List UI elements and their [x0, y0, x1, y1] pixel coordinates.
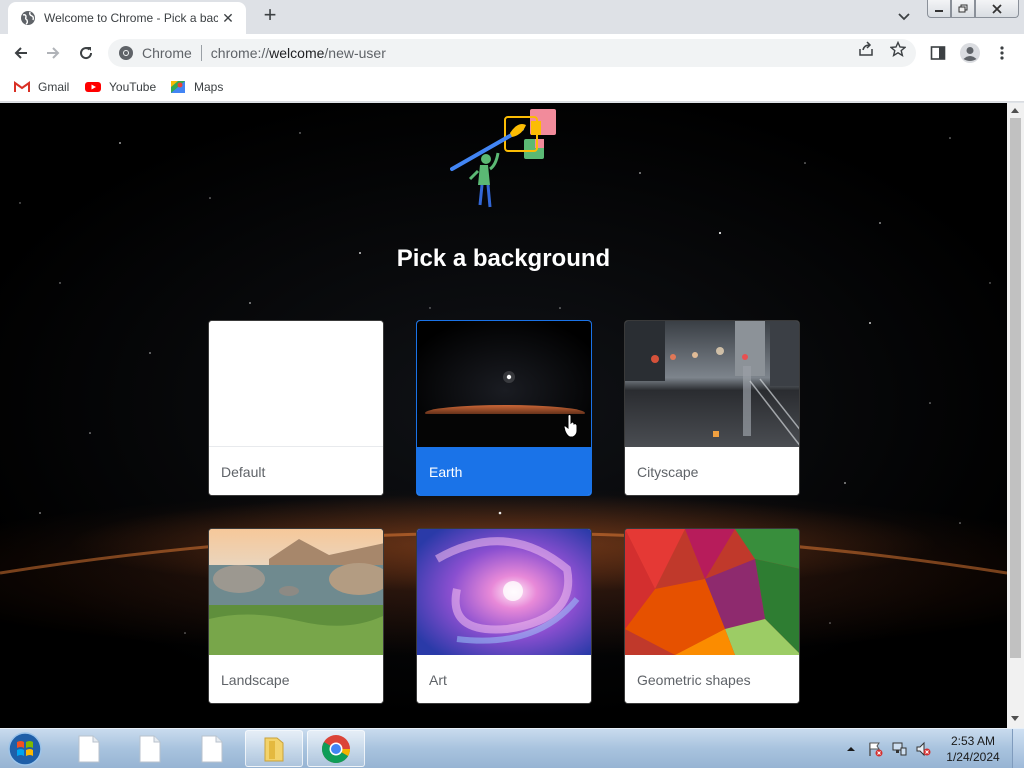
cityscape-thumbnail [625, 321, 799, 447]
background-label: Landscape [209, 655, 383, 703]
tab-close-icon[interactable]: ✕ [220, 10, 236, 27]
background-card-default[interactable]: Default [208, 320, 384, 496]
hand-cursor-icon [563, 414, 578, 438]
share-button[interactable] [855, 40, 877, 58]
new-tab-button[interactable]: + [258, 4, 282, 28]
background-label: Default [209, 447, 383, 495]
bookmark-label: Gmail [38, 80, 70, 94]
vertical-scrollbar[interactable] [1007, 103, 1024, 728]
bookmark-label: YouTube [109, 80, 157, 94]
side-panel-button[interactable] [926, 41, 950, 65]
more-vert-icon [1000, 46, 1004, 60]
bookmarks-bar: Gmail YouTube Maps [0, 72, 1024, 102]
show-hidden-icons-icon[interactable] [845, 743, 857, 755]
document-icon [78, 735, 100, 762]
restore-icon [958, 4, 968, 12]
scroll-down-icon[interactable] [1011, 716, 1019, 721]
background-label: Cityscape [625, 447, 799, 495]
scroll-up-icon[interactable] [1011, 108, 1019, 113]
profile-button[interactable] [958, 41, 982, 65]
background-label: Geometric shapes [625, 655, 799, 703]
close-window-button[interactable] [975, 0, 1019, 18]
volume-muted-icon[interactable] [915, 741, 931, 757]
bookmark-maps[interactable]: Maps [170, 76, 223, 98]
restore-button[interactable] [951, 0, 975, 18]
background-card-cityscape[interactable]: Cityscape [624, 320, 800, 496]
avatar-icon [960, 43, 980, 63]
chrome-logo-icon [119, 46, 133, 60]
taskbar-chrome[interactable] [307, 730, 365, 767]
clock-time: 2:53 AM [950, 734, 996, 748]
welcome-illustration [450, 109, 556, 208]
tab-search-icon[interactable] [894, 8, 914, 26]
tab-welcome[interactable]: Welcome to Chrome - Pick a bac ✕ [8, 2, 246, 34]
document-icon [139, 735, 161, 762]
side-panel-icon [930, 46, 946, 60]
chrome-icon [322, 734, 350, 763]
scrollbar-thumb[interactable] [1010, 118, 1021, 658]
youtube-icon [85, 82, 101, 92]
forward-button[interactable] [40, 40, 66, 66]
default-thumbnail [209, 321, 383, 447]
close-icon [992, 3, 1002, 14]
omnibox-divider [200, 45, 202, 61]
system-tray [845, 729, 931, 768]
taskbar-file-explorer[interactable] [245, 730, 303, 767]
bookmark-gmail[interactable]: Gmail [14, 76, 69, 98]
geometric-thumbnail [625, 529, 799, 655]
maps-icon [171, 81, 185, 93]
bookmark-star-button[interactable] [887, 40, 909, 58]
menu-button[interactable] [990, 41, 1014, 65]
reload-button[interactable] [73, 40, 99, 66]
taskbar: 2:53 AM 1/24/2024 [0, 728, 1024, 768]
arrow-left-icon [14, 47, 27, 59]
background-label: Earth [417, 447, 591, 495]
background-card-landscape[interactable]: Landscape [208, 528, 384, 704]
minimize-button[interactable] [927, 0, 951, 18]
tab-title: Welcome to Chrome - Pick a bac [44, 11, 218, 25]
tab-strip: Welcome to Chrome - Pick a bac ✕ + [0, 0, 1024, 34]
background-card-earth[interactable]: Earth [416, 320, 592, 496]
start-button[interactable] [6, 731, 44, 767]
system-clock[interactable]: 2:53 AM 1/24/2024 [940, 733, 1006, 765]
art-thumbnail [417, 529, 591, 655]
bookmark-label: Maps [194, 80, 224, 94]
background-label: Art [417, 655, 591, 703]
star-icon [890, 41, 906, 57]
taskbar-document-2[interactable] [121, 730, 179, 767]
background-card-geometric-shapes[interactable]: Geometric shapes [624, 528, 800, 704]
toolbar: Chrome chrome://welcome/new-user [0, 34, 1024, 72]
taskbar-document-3[interactable] [183, 730, 241, 767]
site-chip: Chrome [142, 45, 192, 61]
document-icon [201, 735, 223, 762]
gmail-icon [14, 81, 30, 92]
taskbar-document-1[interactable] [60, 730, 118, 767]
arrow-right-icon [47, 47, 60, 59]
action-center-flag-icon[interactable] [867, 741, 883, 757]
minimize-icon [935, 9, 943, 12]
url-text[interactable]: chrome://welcome/new-user [211, 45, 386, 61]
back-button[interactable] [8, 40, 34, 66]
reload-icon [80, 47, 93, 60]
file-explorer-icon [264, 737, 284, 761]
address-bar[interactable]: Chrome chrome://welcome/new-user [108, 39, 916, 67]
background-card-art[interactable]: Art [416, 528, 592, 704]
clock-date: 1/24/2024 [946, 750, 1000, 764]
network-icon[interactable] [891, 741, 907, 757]
share-icon [859, 41, 873, 56]
welcome-page: Pick a background Default Earth Cityscap… [0, 103, 1007, 728]
bookmark-youtube[interactable]: YouTube [85, 76, 156, 98]
show-desktop-button[interactable] [1012, 729, 1024, 768]
landscape-thumbnail [209, 529, 383, 655]
page-title: Pick a background [396, 245, 611, 272]
globe-icon [21, 11, 35, 25]
